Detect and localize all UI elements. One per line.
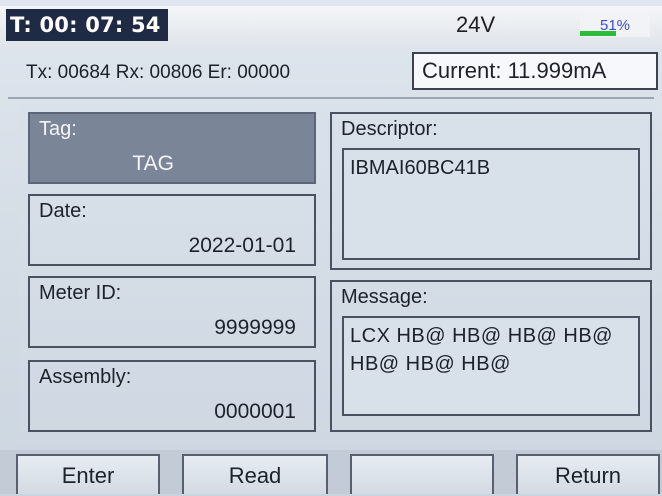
descriptor-value: IBMAI60BC41B: [342, 148, 640, 260]
device-screen: T: 00: 07: 54 24V 51% Tx: 00684 Rx: 0080…: [0, 0, 662, 494]
date-value: 2022-01-01: [188, 234, 296, 257]
message-value: LCX HB@ HB@ HB@ HB@ HB@ HB@ HB@: [342, 316, 640, 416]
assembly-value: 0000001: [214, 400, 296, 423]
return-button[interactable]: Return: [516, 454, 660, 494]
date-field[interactable]: Date: 2022-01-01: [28, 194, 316, 266]
device-info-panel: Tag: TAG Date: 2022-01-01 Meter ID: 9999…: [18, 104, 656, 444]
comm-counters: Tx: 00684 Rx: 00806 Er: 00000: [26, 62, 291, 83]
assembly-field[interactable]: Assembly: 0000001: [28, 360, 316, 432]
tag-value: TAG: [132, 152, 174, 175]
divider: [8, 97, 654, 99]
battery-percent: 51%: [599, 17, 631, 34]
status-bar: T: 00: 07: 54 24V 51%: [0, 6, 662, 48]
tag-field[interactable]: Tag: TAG: [28, 112, 316, 184]
battery-indicator: 51%: [580, 15, 650, 37]
voltage-indicator: 24V: [456, 12, 496, 37]
meter-id-field[interactable]: Meter ID: 9999999: [28, 276, 316, 348]
softkey-bar: Enter Read Return: [0, 450, 662, 494]
descriptor-label: Descriptor:: [341, 118, 438, 140]
elapsed-timer: T: 00: 07: 54: [6, 9, 168, 41]
message-label: Message:: [341, 286, 428, 308]
enter-button[interactable]: Enter: [16, 454, 160, 494]
date-label: Date:: [39, 200, 87, 222]
meter-id-value: 9999999: [214, 316, 296, 339]
message-field[interactable]: Message: LCX HB@ HB@ HB@ HB@ HB@ HB@ HB@: [330, 280, 652, 432]
descriptor-field[interactable]: Descriptor: IBMAI60BC41B: [330, 112, 652, 270]
meter-id-label: Meter ID:: [39, 282, 122, 304]
read-button[interactable]: Read: [182, 454, 328, 494]
assembly-label: Assembly:: [39, 366, 132, 388]
blank-softkey-button[interactable]: [350, 454, 494, 494]
current-readout: Current: 11.999mA: [412, 52, 658, 90]
tag-label: Tag:: [39, 118, 77, 140]
